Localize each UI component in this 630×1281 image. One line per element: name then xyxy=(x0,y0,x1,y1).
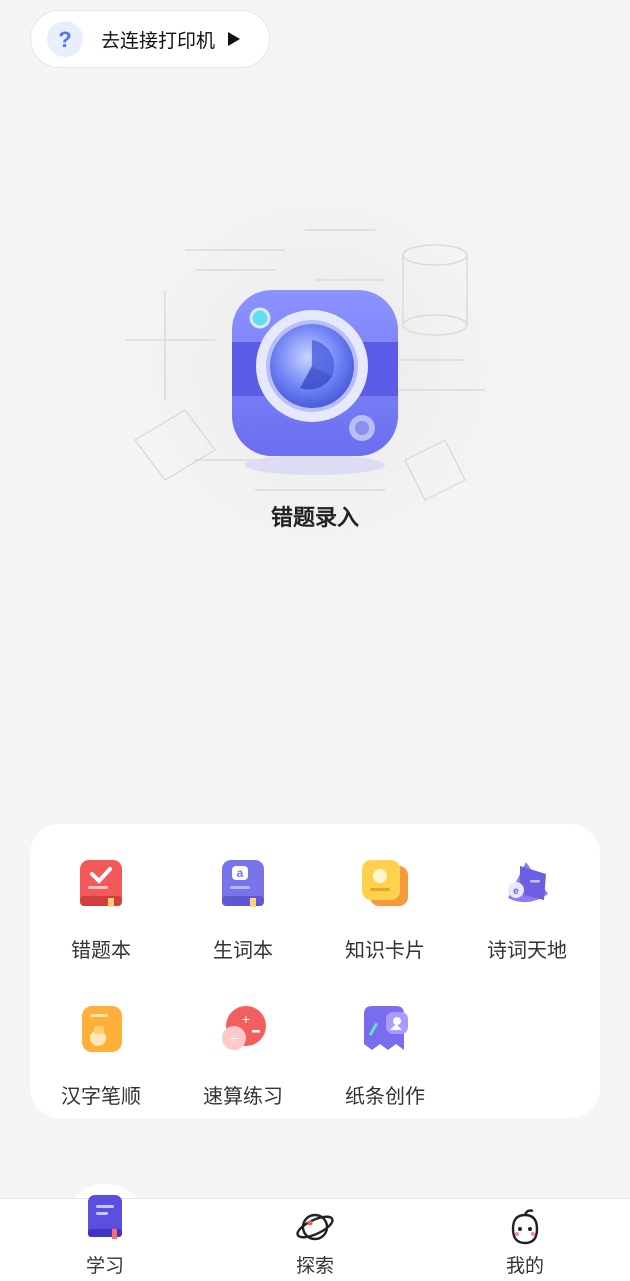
feature-quick-math[interactable]: ÷ + 速算练习 xyxy=(172,980,314,1108)
tab-label: 我的 xyxy=(505,1255,544,1277)
svg-text:+: + xyxy=(242,1011,250,1027)
feature-stroke-order[interactable]: 汉字笔顺 xyxy=(30,980,172,1108)
svg-text:e: e xyxy=(513,886,519,897)
face-icon xyxy=(511,1209,539,1245)
feature-label: 速算练习 xyxy=(203,1084,283,1108)
knowledge-card-icon xyxy=(362,860,408,906)
feature-label: 汉字笔顺 xyxy=(61,1084,141,1108)
planet-icon xyxy=(296,1213,334,1241)
feature-mistake-book[interactable]: 错题本 xyxy=(30,834,172,962)
feature-grid: 错题本 a 生词本 知识卡片 e 诗词天地 汉字笔顺 ÷ + 速算练习 纸条创作 xyxy=(30,824,600,1118)
feature-poetry[interactable]: e 诗词天地 xyxy=(456,834,598,962)
feature-label: 诗词天地 xyxy=(487,938,567,962)
stroke-order-icon xyxy=(82,1006,122,1052)
connect-printer-button[interactable]: ? 去连接打印机 xyxy=(30,10,270,68)
bottom-tab-bar: 学习 探索 我的 xyxy=(0,1195,630,1281)
camera-icon xyxy=(232,290,398,475)
feature-vocab-book[interactable]: a 生词本 xyxy=(172,834,314,962)
connect-printer-label: 去连接打印机 xyxy=(101,29,216,52)
book-icon xyxy=(88,1195,122,1239)
mistake-entry-button[interactable] xyxy=(220,280,410,480)
feature-label: 知识卡片 xyxy=(345,938,425,962)
poetry-icon: e xyxy=(508,862,548,903)
quick-math-icon: ÷ + xyxy=(222,1006,266,1050)
svg-text:÷: ÷ xyxy=(230,1030,238,1046)
mistake-book-icon xyxy=(80,860,122,907)
tab-label: 探索 xyxy=(295,1255,334,1277)
svg-text:?: ? xyxy=(58,27,71,52)
feature-note-create[interactable]: 纸条创作 xyxy=(314,980,456,1108)
tab-explore[interactable]: 探索 xyxy=(250,1199,380,1281)
play-arrow-icon xyxy=(227,31,241,47)
tab-study[interactable]: 学习 xyxy=(40,1195,170,1281)
hero-label: 错题录入 xyxy=(270,506,359,531)
svg-text:a: a xyxy=(237,866,244,880)
feature-label: 纸条创作 xyxy=(345,1084,425,1108)
feature-knowledge-card[interactable]: 知识卡片 xyxy=(314,834,456,962)
feature-label: 错题本 xyxy=(71,938,131,962)
tab-label: 学习 xyxy=(85,1255,124,1277)
note-create-icon xyxy=(364,1006,408,1050)
tab-mine[interactable]: 我的 xyxy=(460,1199,590,1281)
feature-label: 生词本 xyxy=(213,938,273,962)
vocab-book-icon: a xyxy=(222,860,264,907)
question-icon: ? xyxy=(47,21,83,57)
